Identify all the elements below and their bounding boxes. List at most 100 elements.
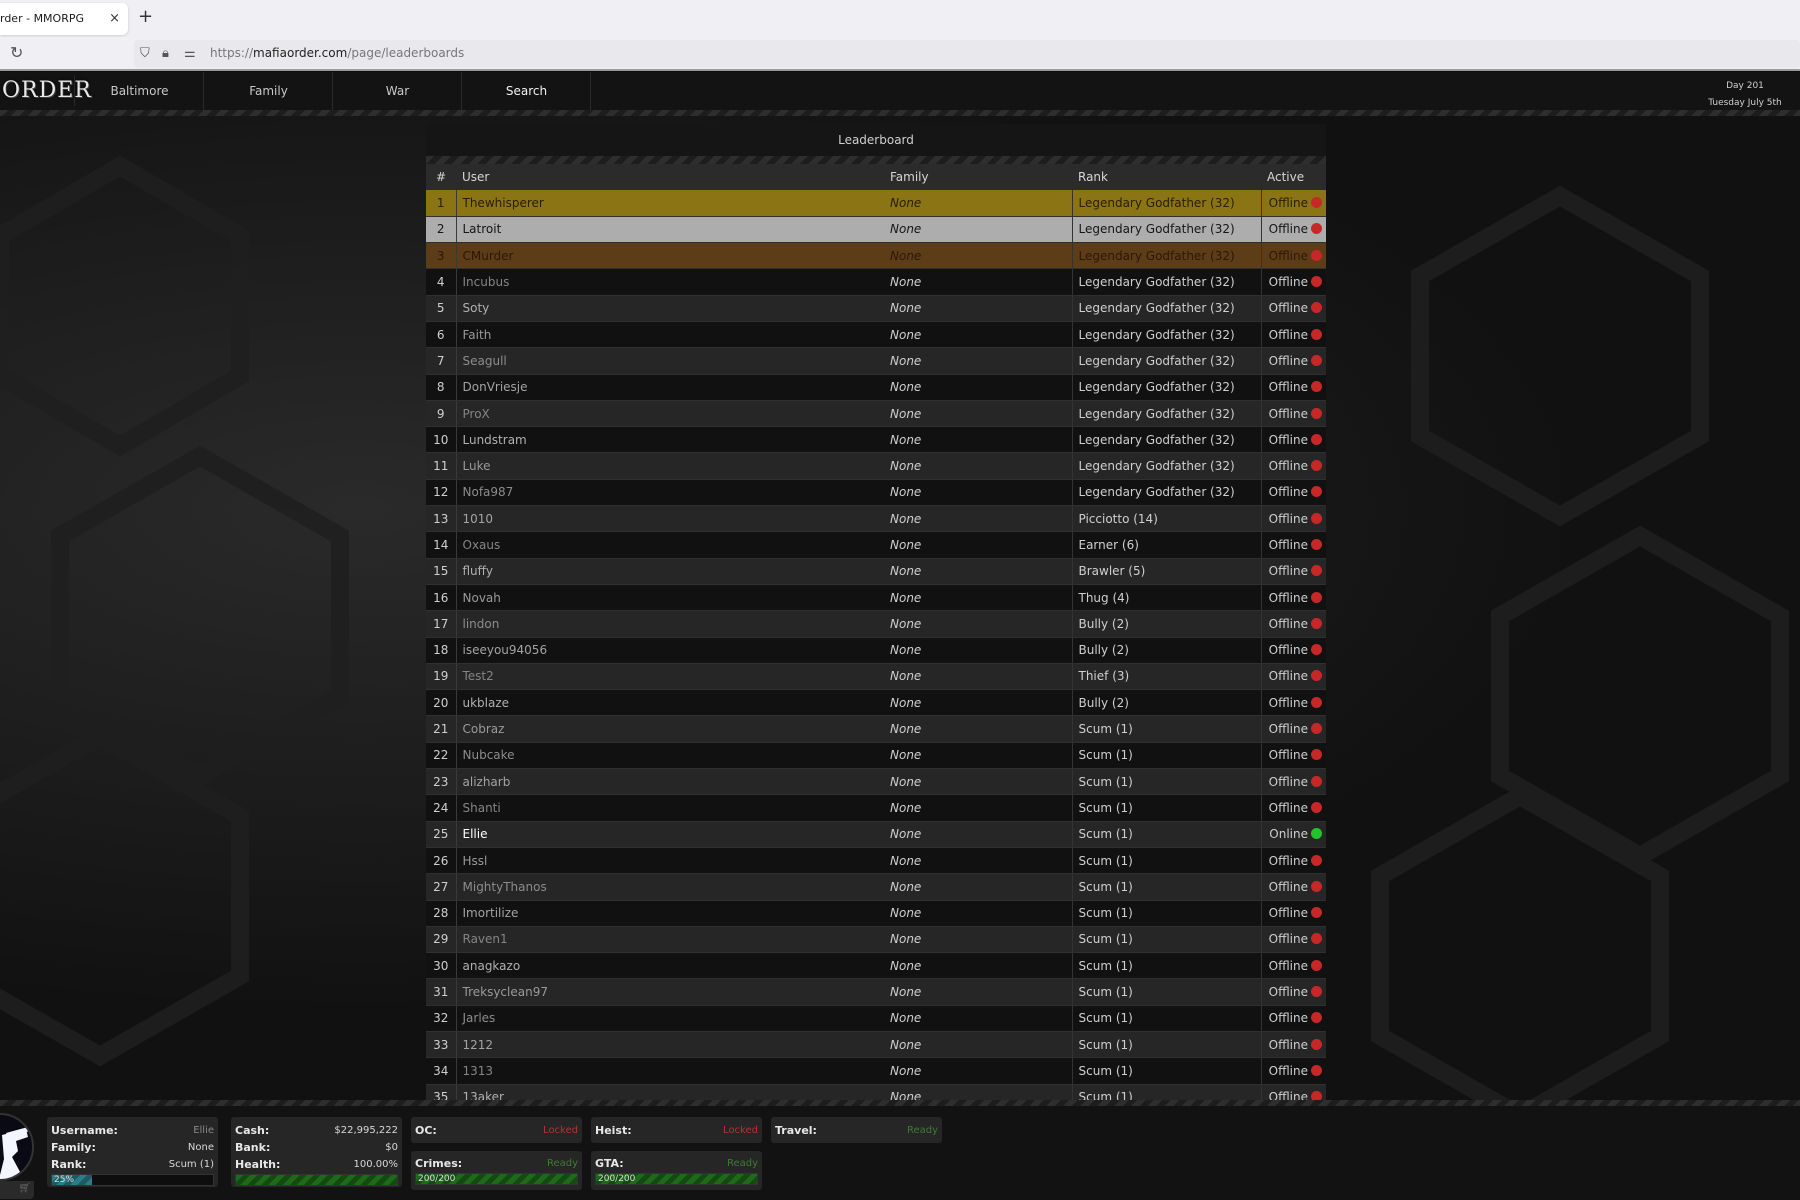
address-bar[interactable]: ⛉ 🔒︎ ⚌ https://mafiaorder.com/page/leade… (134, 40, 1800, 68)
active-cell: Offline (1261, 689, 1326, 717)
tab-title: rder - MMORPG (0, 12, 85, 25)
user-link[interactable]: 13aker (463, 1090, 504, 1100)
user-link[interactable]: Imortilize (463, 906, 519, 920)
user-link[interactable]: Oxaus (463, 538, 501, 552)
health-fill (236, 1175, 397, 1185)
table-row: 16 Novah None Thug (4) Offline (426, 584, 1326, 612)
rank-number: 2 (426, 216, 457, 244)
shop-cart-icon[interactable]: 🛒︎ (18, 1183, 31, 1194)
gta-label: GTA: (595, 1157, 624, 1170)
browser-tab[interactable]: rder - MMORPG × (0, 3, 128, 35)
user-link[interactable]: Raven1 (463, 932, 508, 946)
active-status-text: Offline (1268, 248, 1308, 263)
table-row: 30 anagkazo None Scum (1) Offline (426, 952, 1326, 980)
rank-cell: Picciotto (14) (1072, 505, 1262, 533)
user-link[interactable]: lindon (463, 617, 500, 631)
offline-indicator-icon (1311, 565, 1322, 577)
user-link[interactable]: CMurder (463, 249, 514, 263)
table-row: 1 Thewhisperer None Legendary Godfather (32… (426, 190, 1326, 217)
user-link[interactable]: Latroit (463, 222, 502, 236)
user-link[interactable]: Faith (463, 328, 492, 342)
family-cell: None (884, 374, 1073, 401)
travel-card[interactable]: Travel: Ready (771, 1117, 942, 1143)
nav-item-family[interactable]: Family (205, 72, 333, 110)
family-cell: None (884, 821, 1073, 848)
user-link[interactable]: ProX (463, 407, 490, 421)
active-status-text: Offline (1268, 722, 1308, 737)
username-label: Username: (51, 1124, 118, 1137)
col-header-user: User (456, 164, 884, 190)
family-cell: None (884, 873, 1073, 901)
rank-cell: Brawler (5) (1072, 558, 1262, 585)
family-cell: None (884, 742, 1073, 770)
user-link[interactable]: ukblaze (463, 696, 510, 710)
user-link[interactable]: anagkazo (463, 959, 521, 973)
nav-item-search[interactable]: Search (463, 72, 591, 110)
rank-number: 4 (426, 268, 457, 296)
url-text[interactable]: https://mafiaorder.com/page/leaderboards (210, 46, 464, 60)
user-link[interactable]: Thewhisperer (463, 196, 544, 210)
user-link[interactable]: Test2 (463, 669, 494, 683)
table-row: 26 Hssl None Scum (1) Offline (426, 847, 1326, 875)
user-link[interactable]: Novah (463, 591, 501, 605)
user-link[interactable]: Soty (463, 301, 490, 315)
nav-item-war[interactable]: War (334, 72, 462, 110)
active-status-text: Offline (1268, 906, 1308, 921)
family-cell: None (884, 768, 1073, 796)
user-link[interactable]: Ellie (463, 827, 488, 841)
permissions-icon[interactable]: ⚌ (184, 46, 196, 61)
avatar[interactable] (0, 1113, 34, 1181)
user-link[interactable]: 1010 (463, 512, 494, 526)
user-link[interactable]: Nubcake (463, 748, 515, 762)
rank-cell: Scum (1) (1072, 873, 1262, 901)
new-tab-button[interactable]: + (138, 6, 153, 27)
family-cell: None (884, 295, 1073, 322)
rank-cell: Scum (1) (1072, 768, 1262, 796)
rank-cell: Legendary Godfather (32) (1072, 374, 1262, 401)
crimes-card[interactable]: Crimes: Ready 200/200 (411, 1151, 582, 1190)
heist-card[interactable]: Heist: Locked (591, 1117, 762, 1143)
user-link[interactable]: 1212 (463, 1038, 494, 1052)
lock-icon[interactable]: 🔒︎ (162, 46, 169, 61)
user-link[interactable]: Shanti (463, 801, 501, 815)
user-link[interactable]: fluffy (463, 564, 494, 578)
table-row: 12 Nofa987 None Legendary Godfather (32) Off… (426, 479, 1326, 507)
user-link[interactable]: MightyThanos (463, 880, 547, 894)
health-label: Health: (235, 1158, 281, 1171)
rank-label: Rank: (51, 1158, 87, 1171)
user-link[interactable]: DonVriesje (463, 380, 528, 394)
health-bar (235, 1174, 398, 1186)
user-cell: Ellie (456, 821, 884, 848)
user-link[interactable]: Hssl (463, 854, 488, 868)
user-link[interactable]: Incubus (463, 275, 510, 289)
site-logo[interactable]: ORDER (0, 76, 91, 106)
col-header-rank: Rank (1072, 164, 1261, 190)
user-link[interactable]: alizharb (463, 775, 511, 789)
offline-indicator-icon (1311, 328, 1322, 340)
user-link[interactable]: Treksyclean97 (463, 985, 548, 999)
rank-number: 27 (426, 873, 457, 901)
table-row: 33 1212 None Scum (1) Offline (426, 1031, 1326, 1059)
oc-card[interactable]: OC: Locked (411, 1117, 582, 1143)
reload-icon[interactable]: ↻ (10, 43, 23, 62)
active-status-text: Offline (1268, 1063, 1308, 1078)
close-tab-icon[interactable]: × (109, 3, 120, 35)
user-link[interactable]: Jarles (463, 1011, 496, 1025)
offline-indicator-icon (1311, 933, 1322, 945)
offline-indicator-icon (1311, 749, 1322, 761)
gta-card[interactable]: GTA: Ready 200/200 (591, 1151, 762, 1190)
user-link[interactable]: 1313 (463, 1064, 494, 1078)
rank-number: 20 (426, 689, 457, 717)
user-link[interactable]: iseeyou94056 (463, 643, 548, 657)
user-link[interactable]: Nofa987 (463, 485, 514, 499)
user-link[interactable]: Luke (463, 459, 491, 473)
user-link[interactable]: Cobraz (463, 722, 505, 736)
active-cell: Offline (1261, 952, 1326, 980)
user-link[interactable]: Lundstram (463, 433, 527, 447)
user-link[interactable]: Seagull (463, 354, 507, 368)
offline-indicator-icon (1311, 276, 1322, 288)
nav-item-baltimore[interactable]: Baltimore (76, 72, 204, 110)
shield-icon[interactable]: ⛉ (140, 46, 150, 61)
user-cell: 1313 (456, 1057, 884, 1085)
top-navigation: ORDER Baltimore Family War Search Day 20… (0, 72, 1800, 125)
